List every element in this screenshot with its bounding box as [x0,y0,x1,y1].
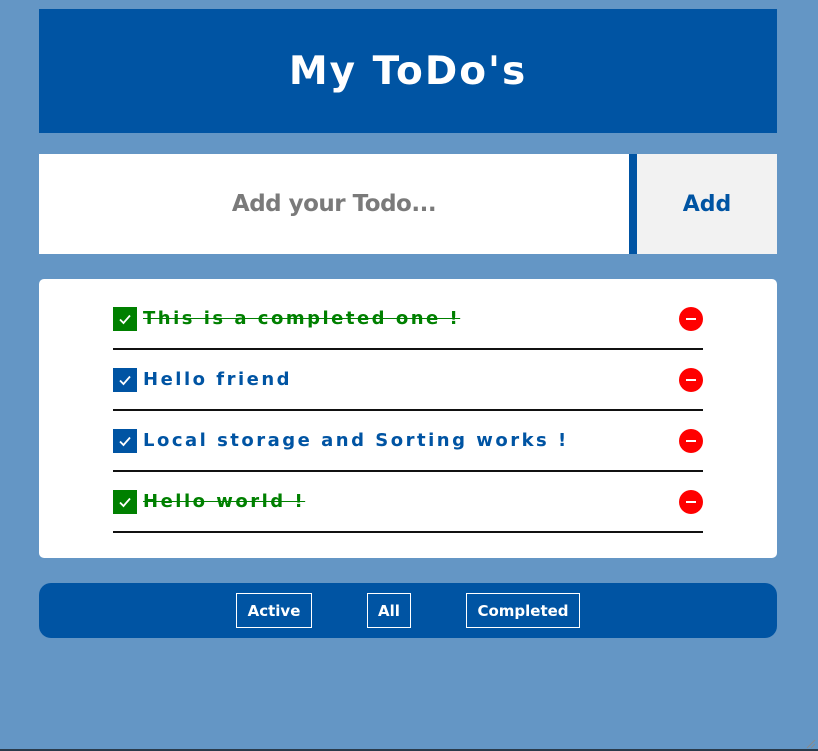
remove-todo-button[interactable] [679,367,703,392]
remove-todo-button[interactable] [679,489,703,514]
todo-checkbox[interactable] [113,367,137,392]
remove-todo-button[interactable] [679,428,703,453]
app-header: My ToDo's [39,9,777,133]
check-icon [119,436,131,446]
page-title: My ToDo's [288,48,528,94]
todo-text[interactable]: Hello world ! [143,491,305,512]
add-todo-form: Add [39,154,777,254]
minus-circle-icon [686,378,696,381]
todo-checkbox[interactable] [113,306,137,331]
todo-list: This is a completed one ! Hello friend L… [113,289,703,533]
filter-active-button[interactable]: Active [236,593,312,628]
todo-item: Local storage and Sorting works ! [113,411,703,472]
filter-completed-button[interactable]: Completed [466,593,580,628]
todo-input[interactable] [39,154,629,254]
minus-circle-icon [686,500,696,503]
resize-grip-icon[interactable] [804,737,816,749]
add-button[interactable]: Add [637,154,777,254]
todo-item: Hello world ! [113,472,703,533]
check-icon [119,497,131,507]
todo-list-card: This is a completed one ! Hello friend L… [39,279,777,558]
todo-item: Hello friend [113,350,703,411]
todo-item: This is a completed one ! [113,289,703,350]
check-icon [119,375,131,385]
minus-circle-icon [686,317,696,320]
remove-todo-button[interactable] [679,306,703,331]
filter-all-button[interactable]: All [367,593,411,628]
todo-text[interactable]: Local storage and Sorting works ! [143,430,569,451]
todo-checkbox[interactable] [113,428,137,453]
todo-text[interactable]: This is a completed one ! [143,308,460,329]
input-divider [629,154,637,254]
todo-text[interactable]: Hello friend [143,369,292,390]
todo-checkbox[interactable] [113,489,137,514]
minus-circle-icon [686,439,696,442]
filter-bar: Active All Completed [39,583,777,638]
check-icon [119,314,131,324]
